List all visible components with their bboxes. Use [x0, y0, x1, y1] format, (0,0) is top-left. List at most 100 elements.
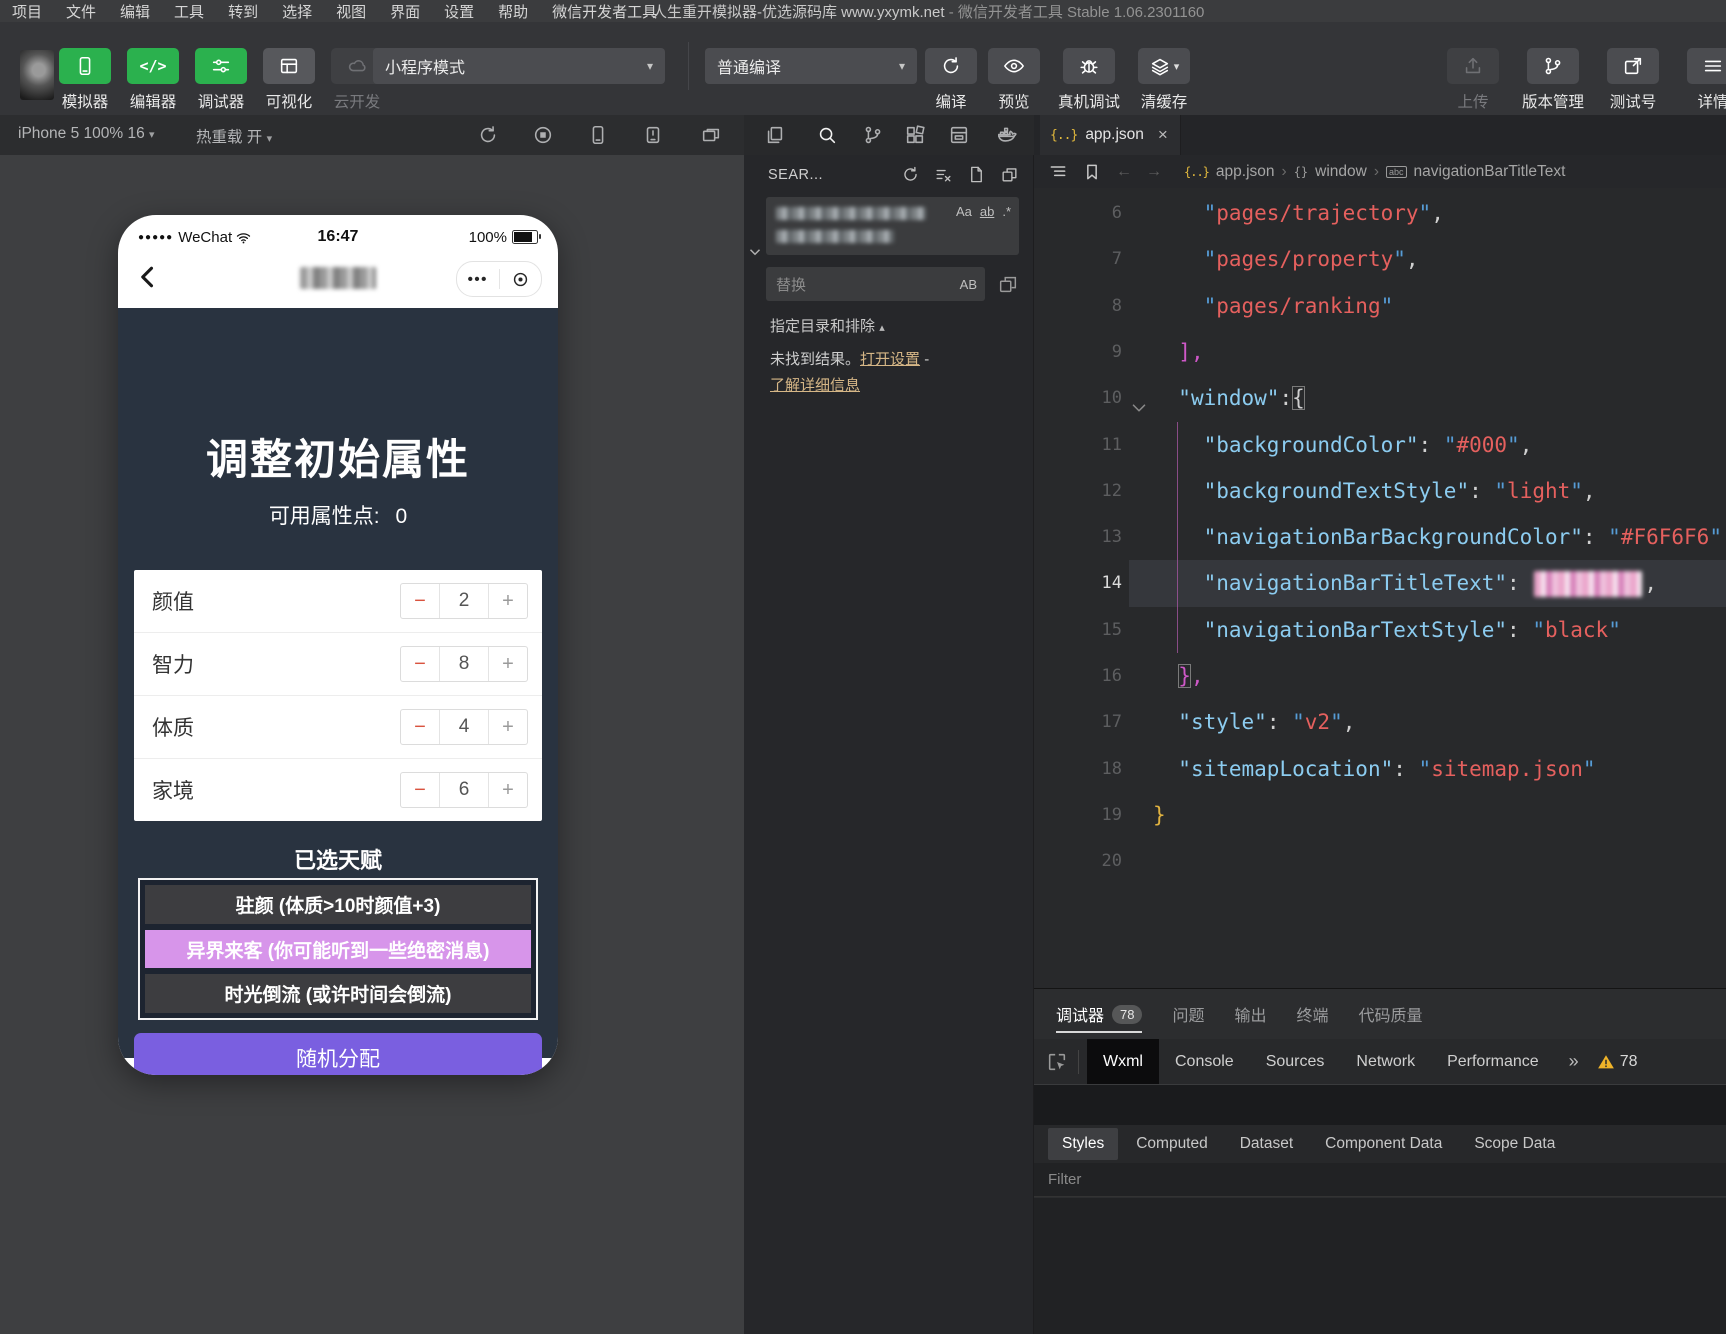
regex-icon[interactable]: .* — [1002, 204, 1011, 219]
tab-app-json[interactable]: {..} app.json × — [1040, 115, 1181, 155]
menu-item[interactable]: 项目 — [0, 1, 54, 22]
learn-more-link[interactable]: 了解详细信息 — [770, 377, 860, 394]
panel-tab-computed[interactable]: Computed — [1122, 1128, 1222, 1160]
talent-item[interactable]: 驻颜 (体质>10时颜值+3) — [145, 885, 531, 924]
filter-input[interactable]: Filter — [1034, 1163, 1726, 1197]
replace-all-icon[interactable] — [997, 273, 1019, 295]
mode-button-code[interactable]: </>编辑器 — [124, 48, 182, 112]
more-tabs-icon[interactable]: » — [1569, 1051, 1579, 1072]
blocks-icon[interactable] — [904, 124, 926, 146]
docker-icon[interactable] — [996, 124, 1018, 146]
talent-item[interactable]: 异界来客 (你可能听到一些绝密消息) — [145, 930, 531, 969]
action-button-bug[interactable]: 真机调试 — [1060, 48, 1118, 112]
stepper-plus-button[interactable]: + — [488, 584, 527, 618]
collapse-icon[interactable] — [1000, 165, 1019, 184]
stepper-minus-button[interactable]: − — [401, 710, 440, 744]
replace-input[interactable]: 替换 AB — [766, 267, 985, 301]
panel-tab-component-data[interactable]: Component Data — [1311, 1128, 1456, 1160]
menu-item[interactable]: 视图 — [324, 1, 378, 22]
match-case-icon[interactable]: Aa — [956, 204, 972, 219]
stop-icon[interactable] — [532, 124, 554, 146]
stepper-minus-button[interactable]: − — [401, 773, 440, 807]
mode-select[interactable]: 小程序模式 ▾ — [373, 48, 665, 84]
files-icon[interactable] — [764, 124, 786, 146]
navigate-back-icon[interactable]: ← — [1116, 163, 1132, 181]
action-button-eye[interactable]: 预览 — [985, 48, 1043, 112]
menu-item[interactable]: 文件 — [54, 1, 108, 22]
search-input[interactable]: Aa ab .* — [766, 197, 1019, 255]
compile-select[interactable]: 普通编译 ▾ — [705, 48, 917, 84]
breadcrumb-item[interactable]: navigationBarTitleText — [1414, 163, 1566, 181]
navigate-forward-icon[interactable]: → — [1146, 163, 1162, 181]
open-settings-link[interactable]: 打开设置 — [860, 351, 920, 368]
breadcrumb-item[interactable]: app.json — [1216, 163, 1275, 181]
panel-tab-dataset[interactable]: Dataset — [1226, 1128, 1307, 1160]
debugger-tab-问题[interactable]: 问题 — [1172, 989, 1204, 1039]
warning-badge[interactable]: 78 — [1597, 1053, 1638, 1071]
refresh-icon[interactable] — [477, 124, 499, 146]
stepper-minus-button[interactable]: − — [401, 647, 440, 681]
menu-item[interactable]: 设置 — [432, 1, 486, 22]
menu-item[interactable]: 帮助 — [486, 1, 540, 22]
talent-item[interactable]: 时光倒流 (或许时间会倒流) — [145, 974, 531, 1013]
menu-item[interactable]: 转到 — [216, 1, 270, 22]
hot-reload-toggle[interactable]: 热重载 开 ▾ — [196, 125, 272, 147]
mode-button-layout[interactable]: 可视化 — [260, 48, 318, 112]
debugger-tab-输出[interactable]: 输出 — [1235, 989, 1267, 1039]
toggle-replace-icon[interactable] — [746, 243, 764, 261]
newfile-icon[interactable] — [967, 165, 986, 184]
breadcrumb-item[interactable]: window — [1315, 163, 1367, 181]
close-icon[interactable]: × — [1158, 125, 1168, 145]
action-button-layers[interactable]: ▾清缓存 — [1135, 48, 1193, 112]
code-editor[interactable]: 6 "pages/trajectory",7 "pages/property",… — [1034, 188, 1726, 988]
menu-item[interactable]: 界面 — [378, 1, 432, 22]
devtools-tab-network[interactable]: Network — [1340, 1039, 1431, 1084]
preserve-case-icon[interactable]: AB — [960, 277, 977, 292]
devtools-tab-console[interactable]: Console — [1159, 1039, 1250, 1084]
action-button-upload[interactable]: 上传 — [1444, 48, 1502, 112]
menu-item[interactable]: 编辑 — [108, 1, 162, 22]
device-select[interactable]: iPhone 5 100% 16 ▾ — [18, 125, 155, 143]
debugger-tab-调试器[interactable]: 调试器78 — [1056, 989, 1142, 1039]
debugger-tab-代码质量[interactable]: 代码质量 — [1359, 989, 1423, 1039]
outline-icon[interactable] — [1048, 162, 1068, 182]
refresh-icon[interactable] — [901, 165, 920, 184]
panel-tab-styles[interactable]: Styles — [1048, 1128, 1118, 1160]
device-icon[interactable] — [587, 124, 609, 146]
branch-icon[interactable] — [862, 124, 884, 146]
whole-word-icon[interactable]: ab — [980, 204, 994, 219]
action-button-compile[interactable]: 编译 — [922, 48, 980, 112]
debugger-tab-终端[interactable]: 终端 — [1297, 989, 1329, 1039]
random-assign-button[interactable]: 随机分配 — [134, 1033, 542, 1075]
popout-icon[interactable] — [642, 124, 664, 146]
censored-value — [1534, 571, 1642, 597]
back-icon[interactable] — [134, 263, 162, 291]
search-icon[interactable] — [816, 124, 838, 146]
action-button-external[interactable]: 测试号 — [1604, 48, 1662, 112]
clear-icon[interactable] — [934, 165, 953, 184]
fold-chevron-icon[interactable] — [1128, 389, 1150, 411]
mode-button-phone[interactable]: 模拟器 — [56, 48, 114, 112]
menu-item[interactable]: 微信开发者工具 — [540, 1, 669, 22]
exit-target-icon[interactable] — [500, 270, 542, 289]
devtools-tab-wxml[interactable]: Wxml — [1087, 1039, 1159, 1084]
stepper-plus-button[interactable]: + — [488, 710, 527, 744]
layout2-icon[interactable] — [948, 124, 970, 146]
windows-icon[interactable] — [700, 124, 722, 146]
stepper-plus-button[interactable]: + — [488, 647, 527, 681]
bookmark-icon[interactable] — [1082, 162, 1102, 182]
menu-item[interactable]: 工具 — [162, 1, 216, 22]
devtools-tab-sources[interactable]: Sources — [1250, 1039, 1341, 1084]
mode-button-sliders[interactable]: 调试器 — [192, 48, 250, 112]
panel-tab-scope-data[interactable]: Scope Data — [1460, 1128, 1569, 1160]
include-exclude-toggle[interactable]: 指定目录和排除 ▴ — [770, 315, 885, 336]
action-button-branch[interactable]: 版本管理 — [1524, 48, 1582, 112]
menu-item[interactable]: 选择 — [270, 1, 324, 22]
avatar[interactable] — [20, 50, 54, 100]
stepper-minus-button[interactable]: − — [401, 584, 440, 618]
devtools-tab-performance[interactable]: Performance — [1431, 1039, 1555, 1084]
inspect-element-icon[interactable] — [1046, 1051, 1068, 1073]
more-icon[interactable]: ••• — [457, 271, 499, 288]
stepper-plus-button[interactable]: + — [488, 773, 527, 807]
action-button-menu[interactable]: 详情 — [1684, 48, 1726, 112]
